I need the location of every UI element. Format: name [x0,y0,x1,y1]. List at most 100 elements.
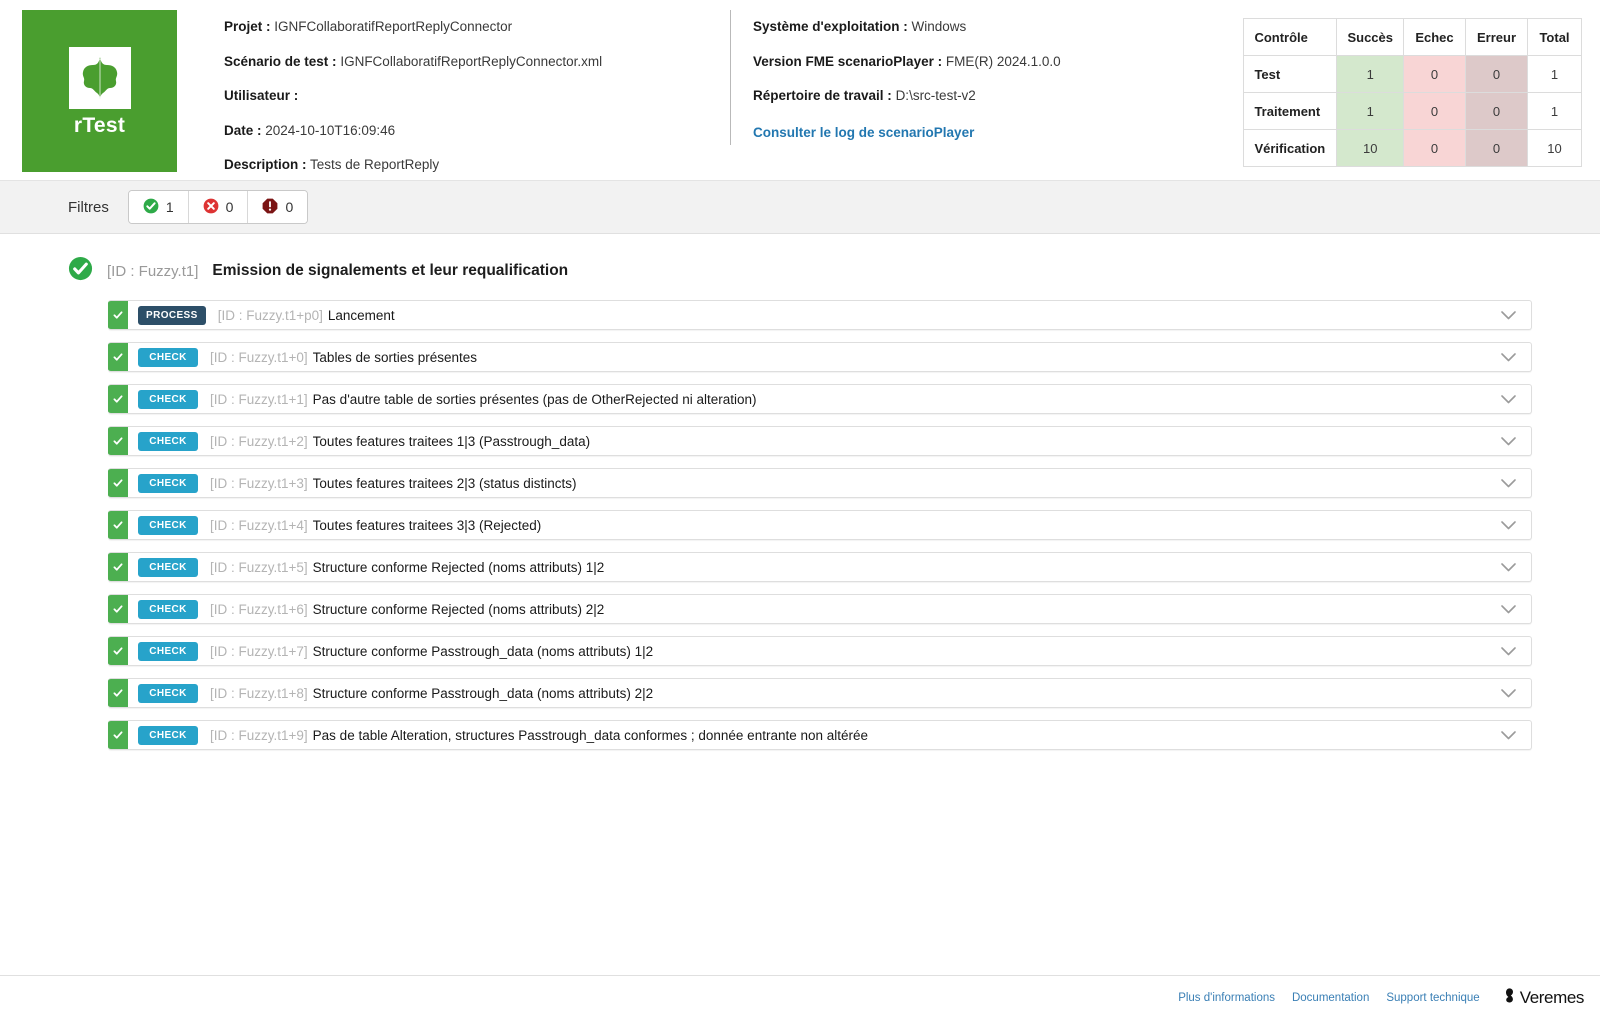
chevron-down-icon[interactable] [1485,595,1531,623]
chevron-down-icon[interactable] [1485,721,1531,749]
step-id: [ID : Fuzzy.t1+5] [210,560,308,575]
filter-success-button[interactable]: 1 [129,191,189,223]
step-title: Pas de table Alteration, structures Pass… [313,728,868,743]
summary-row-traitement-total: 1 [1528,93,1582,130]
step-row[interactable]: CHECK [ID : Fuzzy.t1+9] Pas de table Alt… [108,720,1532,750]
step-row[interactable]: CHECK [ID : Fuzzy.t1+4] Toutes features … [108,510,1532,540]
summary-col-controle: Contrôle [1244,19,1337,56]
footer-link-support[interactable]: Support technique [1386,992,1479,1004]
chevron-down-icon[interactable] [1485,343,1531,371]
step-row[interactable]: CHECK [ID : Fuzzy.t1+1] Pas d'autre tabl… [108,384,1532,414]
step-id: [ID : Fuzzy.t1+1] [210,392,308,407]
summary-row-verification-name: Vérification [1244,130,1337,167]
step-body: CHECK [ID : Fuzzy.t1+9] Pas de table Alt… [128,721,1485,749]
chevron-down-icon[interactable] [1485,301,1531,329]
summary-row-verification: Vérification 10 0 0 10 [1244,130,1582,167]
step-row[interactable]: CHECK [ID : Fuzzy.t1+2] Toutes features … [108,426,1532,456]
step-status-success-icon [108,343,128,371]
check-circle-icon [143,198,159,217]
step-list: PROCESS [ID : Fuzzy.t1+p0] Lancement CHE… [0,300,1600,750]
step-status-success-icon [108,637,128,665]
step-type-badge: CHECK [138,432,198,451]
step-status-success-icon [108,553,128,581]
summary-row-test: Test 1 0 0 1 [1244,56,1582,93]
veremes-logo: Veremes [1501,987,1584,1009]
chevron-down-icon[interactable] [1485,427,1531,455]
step-row[interactable]: CHECK [ID : Fuzzy.t1+3] Toutes features … [108,468,1532,498]
test-header[interactable]: [ID : Fuzzy.t1] Emission de signalements… [0,256,1600,286]
summary-col-erreur: Erreur [1466,19,1528,56]
footer-link-documentation[interactable]: Documentation [1292,992,1369,1004]
summary-row-test-echec: 0 [1404,56,1466,93]
info-date-label: Date : [224,123,262,138]
chevron-down-icon[interactable] [1485,553,1531,581]
error-circle-icon [203,198,219,217]
veremes-brand-text: Veremes [1520,989,1584,1006]
step-row[interactable]: CHECK [ID : Fuzzy.t1+5] Structure confor… [108,552,1532,582]
step-type-badge: CHECK [138,516,198,535]
step-status-success-icon [108,469,128,497]
footer-link-more-info[interactable]: Plus d'informations [1178,992,1275,1004]
info-scenario-value: IGNFCollaboratifReportReplyConnector.xml [340,54,602,69]
step-id: [ID : Fuzzy.t1+6] [210,602,308,617]
chevron-down-icon[interactable] [1485,469,1531,497]
chevron-down-icon[interactable] [1485,637,1531,665]
project-info-block: Projet : IGNFCollaboratifReportReplyConn… [224,10,694,193]
step-body: CHECK [ID : Fuzzy.t1+4] Toutes features … [128,511,1485,539]
summary-row-traitement-echec: 0 [1404,93,1466,130]
step-type-badge: CHECK [138,390,198,409]
step-id: [ID : Fuzzy.t1+8] [210,686,308,701]
step-id: [ID : Fuzzy.t1+2] [210,434,308,449]
test-id: [ID : Fuzzy.t1] [107,263,198,280]
info-fme-version: Version FME scenarioPlayer : FME(R) 2024… [753,55,1200,69]
step-id: [ID : Fuzzy.t1+3] [210,476,308,491]
info-projet: Projet : IGNFCollaboratifReportReplyConn… [224,20,694,34]
info-workdir-value: D:\src-test-v2 [896,88,976,103]
chevron-down-icon[interactable] [1485,385,1531,413]
info-scenario-label: Scénario de test : [224,54,337,69]
filter-success-count: 1 [166,199,174,215]
info-date-value: 2024-10-10T16:09:46 [265,123,395,138]
step-body: CHECK [ID : Fuzzy.t1+2] Toutes features … [128,427,1485,455]
step-status-success-icon [108,427,128,455]
info-description: Description : Tests de ReportReply [224,158,694,172]
info-date: Date : 2024-10-10T16:09:46 [224,124,694,138]
summary-row-test-name: Test [1244,56,1337,93]
step-id: [ID : Fuzzy.t1+0] [210,350,308,365]
step-body: CHECK [ID : Fuzzy.t1+6] Structure confor… [128,595,1485,623]
step-title: Toutes features traitees 2|3 (status dis… [313,476,577,491]
filters-label: Filtres [68,199,109,216]
summary-table: Contrôle Succès Echec Erreur Total Test … [1243,18,1582,167]
step-row[interactable]: CHECK [ID : Fuzzy.t1+6] Structure confor… [108,594,1532,624]
summary-row-verification-total: 10 [1528,130,1582,167]
summary-row-traitement: Traitement 1 0 0 1 [1244,93,1582,130]
step-row[interactable]: CHECK [ID : Fuzzy.t1+0] Tables de sortie… [108,342,1532,372]
step-type-badge: CHECK [138,684,198,703]
system-info-block: Système d'exploitation : Windows Version… [730,10,1200,145]
chevron-down-icon[interactable] [1485,679,1531,707]
step-title: Toutes features traitees 1|3 (Passtrough… [313,434,590,449]
step-row[interactable]: CHECK [ID : Fuzzy.t1+8] Structure confor… [108,678,1532,708]
check-circle-icon [68,256,93,286]
chevron-down-icon[interactable] [1485,511,1531,539]
step-body: CHECK [ID : Fuzzy.t1+0] Tables de sortie… [128,343,1485,371]
step-title: Structure conforme Rejected (noms attrib… [313,602,605,617]
step-status-success-icon [108,511,128,539]
step-id: [ID : Fuzzy.t1+9] [210,728,308,743]
step-status-success-icon [108,721,128,749]
summary-row-verification-echec: 0 [1404,130,1466,167]
info-projet-label: Projet : [224,19,271,34]
info-workdir-label: Répertoire de travail : [753,88,892,103]
step-row[interactable]: PROCESS [ID : Fuzzy.t1+p0] Lancement [108,300,1532,330]
veremes-mark-icon [1501,987,1518,1009]
step-status-success-icon [108,301,128,329]
filter-button-group: 1 0 0 [128,190,308,224]
filter-error-button[interactable]: 0 [248,191,307,223]
info-workdir: Répertoire de travail : D:\src-test-v2 [753,89,1200,103]
filter-error-count: 0 [285,199,293,215]
filter-failure-button[interactable]: 0 [189,191,249,223]
test-results-content: [ID : Fuzzy.t1] Emission de signalements… [0,234,1600,975]
step-title: Tables de sorties présentes [313,350,477,365]
scenarioplayer-log-link[interactable]: Consulter le log de scenarioPlayer [753,125,974,140]
step-row[interactable]: CHECK [ID : Fuzzy.t1+7] Structure confor… [108,636,1532,666]
